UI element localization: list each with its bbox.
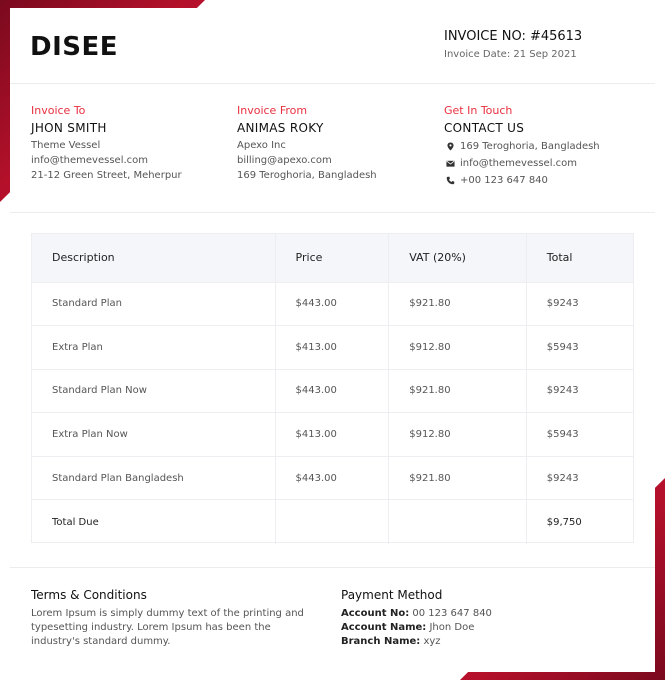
contact-heading: Get In Touch [444,104,513,117]
invoice-from-line: Apexo Inc [237,140,286,151]
cell-total: $9243 [525,281,633,326]
cell-total: $5943 [525,325,633,370]
payment-value: xyz [423,636,441,647]
contact-email-text: info@themevessel.com [460,157,578,169]
table-row: Standard Plan Now $443.00 $921.80 $9243 [32,368,633,413]
invoice-to-line: info@themevessel.com [31,155,149,166]
table-row: Extra Plan $413.00 $912.80 $5943 [32,325,633,370]
payment-details: Account No: 00 123 647 840 Account Name:… [341,607,541,649]
invoice-from-name: ANIMAS ROKY [237,121,324,135]
location-pin-icon [444,140,456,152]
payment-line: Account Name: Jhon Doe [341,621,541,635]
invoice-to-block: Invoice To JHON SMITH Theme Vessel info@… [31,104,221,181]
cell-description: Standard Plan [32,281,276,326]
contact-address-text: 169 Teroghoria, Bangladesh [460,140,600,152]
invoice-from-line: 169 Teroghoria, Bangladesh [237,170,377,181]
table-row: Standard Plan $443.00 $921.80 $9243 [32,281,633,326]
cell-total: $9243 [525,368,633,413]
invoice-to-heading: Invoice To [31,104,86,117]
cell-total: $5943 [525,412,633,457]
cell-vat: $912.80 [388,325,527,370]
invoice-table: Description Price VAT (20%) Total Standa… [31,233,634,544]
invoice-sheet: DISEE INVOICE NO: #45613 Invoice Date: 2… [10,8,655,672]
invoice-to-line: Theme Vessel [31,140,101,151]
total-due-label: Total Due [32,499,276,544]
contact-email[interactable]: info@themevessel.com [444,157,644,169]
invoice-date: Invoice Date: 21 Sep 2021 [444,49,577,60]
contact-phone[interactable]: +00 123 647 840 [444,174,644,186]
invoice-number: INVOICE NO: #45613 [444,29,583,44]
envelope-icon [444,157,456,169]
cell-price: $443.00 [274,455,389,500]
table-row: Extra Plan Now $413.00 $912.80 $5943 [32,412,633,457]
cell-vat: $921.80 [388,368,527,413]
table-row: Standard Plan Bangladesh $443.00 $921.80… [32,455,633,500]
payment-label: Account Name: [341,622,427,633]
cell-price: $413.00 [274,412,389,457]
total-due-value: $9,750 [525,499,633,544]
invoice-to-line: 21-12 Green Street, Meherpur [31,170,182,181]
contact-name: CONTACT US [444,121,525,135]
contact-block: Get In Touch CONTACT US 169 Teroghoria, … [444,104,644,186]
cell-empty [274,499,389,544]
cell-price: $443.00 [274,281,389,326]
column-header-price: Price [274,234,389,282]
cell-total: $9243 [525,455,633,500]
total-due-row: Total Due $9,750 [32,499,633,544]
payment-label: Branch Name: [341,636,421,647]
contact-address: 169 Teroghoria, Bangladesh [444,140,644,152]
invoice-to-name: JHON SMITH [31,121,107,135]
parties-divider [10,212,655,213]
cell-description: Standard Plan Bangladesh [32,455,276,500]
column-header-vat: VAT (20%) [388,234,527,282]
terms-title: Terms & Conditions [31,588,147,602]
brand-logo: DISEE [30,32,119,62]
payment-value: 00 123 647 840 [412,608,492,619]
table-header-row: Description Price VAT (20%) Total [32,234,633,282]
header-divider [10,83,655,84]
cell-vat: $921.80 [388,455,527,500]
column-header-description: Description [32,234,276,282]
payment-line: Branch Name: xyz [341,635,541,649]
invoice-from-heading: Invoice From [237,104,308,117]
invoice-from-block: Invoice From ANIMAS ROKY Apexo Inc billi… [237,104,427,181]
invoice-from-line: billing@apexo.com [237,155,332,166]
phone-icon [444,174,456,186]
cell-description: Extra Plan Now [32,412,276,457]
payment-label: Account No: [341,608,410,619]
payment-title: Payment Method [341,588,443,602]
cell-description: Standard Plan Now [32,368,276,413]
footer-divider [10,567,655,568]
payment-value: Jhon Doe [429,622,475,633]
payment-line: Account No: 00 123 647 840 [341,607,541,621]
cell-empty [388,499,527,544]
column-header-total: Total [525,234,633,282]
terms-body: Lorem Ipsum is simply dummy text of the … [31,608,304,647]
cell-vat: $912.80 [388,412,527,457]
contact-phone-text: +00 123 647 840 [460,174,548,186]
cell-description: Extra Plan [32,325,276,370]
cell-price: $413.00 [274,325,389,370]
cell-vat: $921.80 [388,281,527,326]
cell-price: $443.00 [274,368,389,413]
